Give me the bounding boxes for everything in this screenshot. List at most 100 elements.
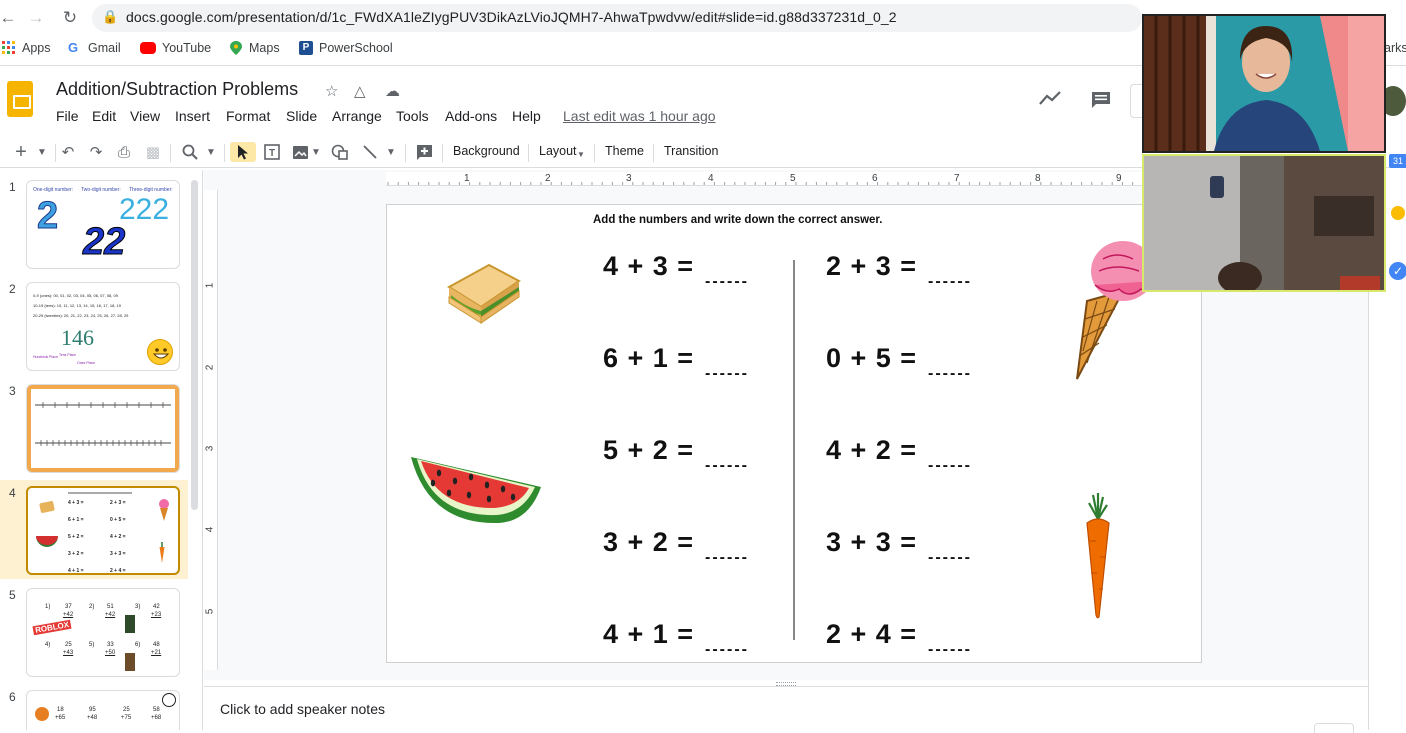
thumb-text: 2	[36, 195, 59, 238]
explore-button[interactable]	[1314, 723, 1354, 733]
ruler-label: 5	[790, 173, 796, 184]
chevron-down-icon[interactable]: ▼	[34, 142, 50, 162]
problem-left-5[interactable]: 4 + 1 =	[603, 619, 694, 650]
participant-video-1[interactable]	[1142, 14, 1386, 153]
reload-icon[interactable]: ↻	[58, 6, 82, 30]
problem-right-4[interactable]: 3 + 3 =	[826, 527, 917, 558]
forward-icon[interactable]: →	[24, 6, 48, 30]
chevron-down-icon[interactable]: ▼	[203, 142, 219, 162]
answer-blank[interactable]: ------	[705, 549, 749, 567]
answer-blank[interactable]: ------	[928, 273, 972, 291]
thumb-text: 10-19 (tens): 10, 11, 12, 13, 14, 15, 16…	[33, 303, 121, 308]
background-button[interactable]: Background	[453, 144, 520, 158]
vertical-ruler[interactable]: 1 2 3 4 5	[204, 190, 218, 670]
problem-right-5[interactable]: 2 + 4 =	[826, 619, 917, 650]
thumb-text: Hundreds Place	[33, 355, 58, 359]
problem-left-3[interactable]: 5 + 2 =	[603, 435, 694, 466]
slide-thumbnail-1[interactable]: One-digit number: Two-digit number: Thre…	[26, 180, 180, 269]
speaker-notes-placeholder[interactable]: Click to add speaker notes	[220, 701, 385, 717]
select-cursor-icon[interactable]	[230, 142, 256, 162]
print-icon[interactable]: ⎙	[114, 142, 134, 162]
answer-blank[interactable]: ------	[705, 641, 749, 659]
problem-left-4[interactable]: 3 + 2 =	[603, 527, 694, 558]
problem-right-2[interactable]: 0 + 5 =	[826, 343, 917, 374]
slide-thumbnail-2[interactable]: 0-9 (ones): 00, 01, 02, 03, 04, 05, 06, …	[26, 282, 180, 371]
bookmark-maps[interactable]: Maps	[229, 41, 280, 55]
menu-arrange[interactable]: Arrange	[332, 108, 382, 124]
paint-format-icon[interactable]: ▩	[143, 142, 163, 162]
answer-blank[interactable]: ------	[928, 549, 972, 567]
document-title[interactable]: Addition/Subtraction Problems	[56, 79, 298, 100]
new-slide-icon[interactable]: +	[10, 141, 32, 163]
comments-icon[interactable]	[1090, 90, 1112, 115]
image-icon[interactable]	[290, 142, 310, 162]
slide-thumbnail-5[interactable]: 1) 37 +42 2) 51 +42 3) 42 +23 4) 25 +43 …	[26, 588, 180, 677]
slides-logo-icon[interactable]	[7, 81, 33, 117]
answer-blank[interactable]: ------	[705, 273, 749, 291]
menu-addons[interactable]: Add-ons	[445, 108, 497, 124]
star-icon[interactable]: ☆	[325, 82, 338, 100]
bookmark-overflow[interactable]: arks	[1384, 41, 1406, 55]
problem-right-3[interactable]: 4 + 2 =	[826, 435, 917, 466]
shape-icon[interactable]	[330, 142, 350, 162]
bookmark-apps[interactable]: Apps	[2, 41, 51, 55]
text-box-icon[interactable]: T	[262, 142, 282, 162]
answer-blank[interactable]: ------	[928, 457, 972, 475]
carrot-image[interactable]	[1083, 493, 1113, 619]
thumb-text: 2 + 4 =	[110, 568, 126, 574]
speaker-notes-panel[interactable]: Click to add speaker notes	[204, 686, 1368, 733]
redo-icon[interactable]: ↷	[86, 142, 106, 162]
slide-thumbnail-3[interactable]	[26, 384, 180, 473]
transition-button[interactable]: Transition	[664, 144, 718, 158]
menu-help[interactable]: Help	[512, 108, 541, 124]
sandwich-image[interactable]	[443, 261, 523, 327]
menu-format[interactable]: Format	[226, 108, 270, 124]
column-divider[interactable]	[793, 260, 795, 640]
menu-view[interactable]: View	[130, 108, 160, 124]
filmstrip-scrollbar[interactable]	[191, 180, 198, 510]
line-icon[interactable]	[360, 142, 380, 162]
chevron-down-icon[interactable]: ▼	[384, 142, 398, 162]
menu-slide[interactable]: Slide	[286, 108, 317, 124]
add-comment-icon[interactable]	[414, 142, 434, 162]
menu-edit[interactable]: Edit	[92, 108, 116, 124]
problem-right-1[interactable]: 2 + 3 =	[826, 251, 917, 282]
thumb-text: 6 + 1 =	[68, 517, 84, 523]
menu-file[interactable]: File	[56, 108, 79, 124]
answer-blank[interactable]: ------	[928, 641, 972, 659]
problem-left-1[interactable]: 4 + 3 =	[603, 251, 694, 282]
bookmark-gmail[interactable]: G Gmail	[68, 41, 121, 56]
slide-thumbnail-4[interactable]: 4 + 3 = 6 + 1 = 5 + 2 = 3 + 2 = 4 + 1 = …	[26, 486, 180, 575]
tasks-icon[interactable]: ✓	[1389, 262, 1406, 280]
chevron-down-icon[interactable]: ▼	[310, 142, 322, 162]
layout-button[interactable]: Layout	[539, 144, 577, 158]
chevron-down-icon[interactable]: ▼	[575, 144, 587, 164]
answer-blank[interactable]: ------	[705, 365, 749, 383]
zoom-icon[interactable]	[180, 142, 200, 162]
back-icon[interactable]: ←	[0, 6, 20, 30]
ruler-label: 6	[872, 173, 878, 184]
horizontal-ruler[interactable]: 1 2 3 4 5 6 7 8 9	[386, 172, 1146, 186]
watermelon-image[interactable]	[409, 451, 543, 527]
menu-insert[interactable]: Insert	[175, 108, 210, 124]
answer-blank[interactable]: ------	[928, 365, 972, 383]
participant-video-2[interactable]	[1142, 154, 1386, 292]
svg-text:T: T	[269, 148, 275, 159]
slide-4-editor[interactable]: Add the numbers and write down the corre…	[386, 204, 1202, 663]
menu-tools[interactable]: Tools	[396, 108, 429, 124]
theme-button[interactable]: Theme	[605, 144, 644, 158]
problem-left-2[interactable]: 6 + 1 =	[603, 343, 694, 374]
activity-dashboard-icon[interactable]	[1039, 90, 1061, 111]
slide-thumbnail-6[interactable]: 18 +65 95 +48 25 +75 58 +68	[26, 690, 180, 730]
bookmark-powerschool[interactable]: P PowerSchool	[299, 41, 393, 55]
move-to-drive-icon[interactable]: △	[354, 82, 366, 100]
calendar-icon[interactable]: 31	[1389, 154, 1406, 168]
answer-blank[interactable]: ------	[705, 457, 749, 475]
slide-instruction[interactable]: Add the numbers and write down the corre…	[593, 214, 882, 226]
bookmark-youtube[interactable]: YouTube	[140, 41, 211, 55]
thumb-text: 1)	[45, 604, 51, 610]
last-edit-link[interactable]: Last edit was 1 hour ago	[563, 108, 716, 124]
cloud-status-icon[interactable]: ☁	[385, 82, 400, 100]
keep-icon[interactable]	[1391, 206, 1405, 220]
undo-icon[interactable]: ↶	[58, 142, 78, 162]
